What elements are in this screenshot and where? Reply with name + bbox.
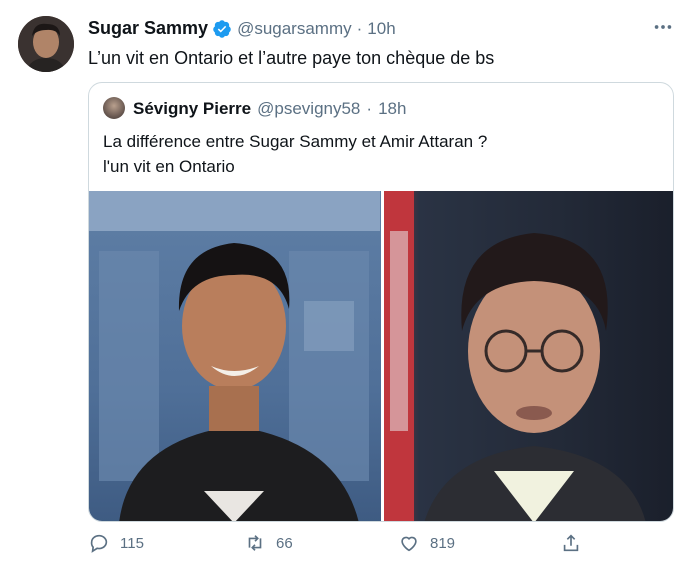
reply-button[interactable]: 115 xyxy=(88,532,144,554)
quoted-author-name[interactable]: Sévigny Pierre xyxy=(133,99,251,119)
retweet-count: 66 xyxy=(276,534,293,552)
like-button[interactable]: 819 xyxy=(398,532,455,554)
tweet-header: Sugar Sammy @sugarsammy · 10h xyxy=(88,18,396,39)
quoted-tweet[interactable]: Sévigny Pierre @psevigny58 · 18h La diff… xyxy=(88,82,674,522)
tweet-actions: 115 66 819 xyxy=(88,532,674,562)
quoted-tweet-text: La différence entre Sugar Sammy et Amir … xyxy=(103,129,487,179)
share-icon xyxy=(563,534,579,552)
separator-dot: · xyxy=(356,18,363,38)
tweet-text: L’un vit en Ontario et l’autre paye ton … xyxy=(88,48,495,68)
quoted-text-line: l'un vit en Ontario xyxy=(103,157,235,176)
more-icon[interactable] xyxy=(652,16,674,38)
share-button[interactable] xyxy=(560,532,582,554)
photo-left[interactable] xyxy=(89,191,381,521)
author-handle[interactable]: @sugarsammy xyxy=(237,19,352,39)
retweet-button[interactable]: 66 xyxy=(244,532,293,554)
like-count: 819 xyxy=(430,534,456,552)
tweet: Sugar Sammy @sugarsammy · 10h L’un vit e… xyxy=(0,0,700,576)
reply-icon xyxy=(90,534,108,553)
author-name[interactable]: Sugar Sammy xyxy=(88,18,208,39)
verified-badge-icon xyxy=(213,19,231,38)
separator-dot: · xyxy=(366,99,373,118)
tweet-time[interactable]: 10h xyxy=(367,19,395,39)
media-grid xyxy=(89,191,673,521)
reply-count: 115 xyxy=(120,534,144,552)
quoted-tweet-time[interactable]: 18h xyxy=(378,99,406,119)
like-icon xyxy=(401,536,417,552)
photo-right[interactable] xyxy=(383,191,673,521)
quoted-author-handle[interactable]: @psevigny58 xyxy=(257,99,360,119)
author-avatar[interactable] xyxy=(18,16,74,72)
quoted-text-line: La différence entre Sugar Sammy et Amir … xyxy=(103,132,488,151)
quoted-tweet-header: Sévigny Pierre @psevigny58 · 18h xyxy=(133,99,406,119)
quoted-author-avatar[interactable] xyxy=(103,97,125,119)
retweet-icon xyxy=(248,535,262,551)
